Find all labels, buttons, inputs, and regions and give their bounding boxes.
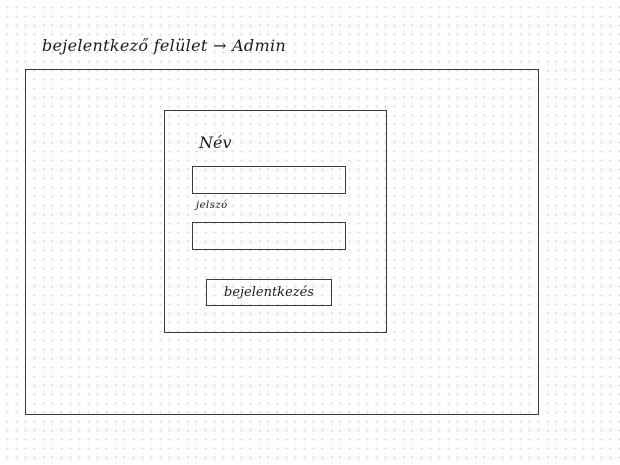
name-input[interactable] (192, 166, 346, 194)
login-button[interactable]: bejelentkezés (206, 279, 332, 306)
name-label: Név (199, 133, 232, 152)
page-title: bejelentkező felület → Admin (42, 36, 286, 55)
password-label: jelszó (196, 200, 228, 211)
password-input[interactable] (192, 222, 346, 250)
